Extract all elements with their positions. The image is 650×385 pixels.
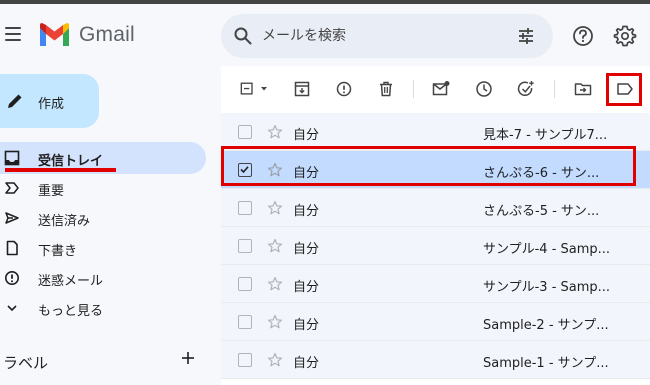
archive-icon xyxy=(294,81,310,97)
main-menu-icon[interactable] xyxy=(5,27,21,41)
star-icon[interactable] xyxy=(267,352,283,368)
toolbar-divider xyxy=(413,80,414,98)
help-icon[interactable] xyxy=(572,25,594,47)
email-sender: 自分 xyxy=(293,356,320,371)
add-to-tasks-button[interactable] xyxy=(517,80,535,98)
select-all-checkbox[interactable] xyxy=(240,80,270,98)
star-icon[interactable] xyxy=(267,124,283,140)
clock-icon xyxy=(476,81,492,97)
email-row[interactable]: 自分 サンプル-4 - Samp... xyxy=(221,227,650,265)
email-row[interactable]: 自分 サンプル-3 - Samp... xyxy=(221,265,650,303)
email-sender: 自分 xyxy=(293,128,320,143)
row-checkbox[interactable] xyxy=(238,277,252,291)
sidebar-item-label: 送信済み xyxy=(38,214,91,229)
sidebar-item-more[interactable]: もっと見る xyxy=(0,292,206,324)
app-name: Gmail xyxy=(79,23,135,46)
search-icon[interactable] xyxy=(233,26,253,46)
sidebar-item-spam[interactable]: 迷惑メール xyxy=(0,262,206,294)
sidebar-item-sent[interactable]: 送信済み xyxy=(0,202,206,234)
star-icon[interactable] xyxy=(267,200,283,216)
gmail-m-icon xyxy=(40,23,69,46)
compose-button[interactable]: 作成 xyxy=(0,74,99,128)
gmail-logo[interactable]: Gmail xyxy=(38,22,135,48)
email-subject: サンプル-4 - Samp... xyxy=(483,242,611,257)
checkbox-minus-icon xyxy=(240,82,253,95)
gear-icon[interactable] xyxy=(613,24,637,48)
email-row[interactable]: 自分 Sample-2 - サンプ... xyxy=(221,303,650,341)
labels-heading: ラベル xyxy=(3,354,49,372)
row-checkbox[interactable] xyxy=(238,315,252,329)
inbox-icon xyxy=(4,150,20,166)
sidebar-item-label: 下書き xyxy=(38,244,78,259)
pencil-icon xyxy=(8,94,22,108)
spam-icon xyxy=(5,271,19,285)
row-checkbox[interactable] xyxy=(238,239,252,253)
search-input[interactable] xyxy=(262,26,502,46)
draft-icon xyxy=(6,240,18,256)
caret-down-icon[interactable] xyxy=(260,80,268,98)
email-subject: Sample-2 - サンプ... xyxy=(483,318,609,333)
email-row[interactable]: 自分 Sample-1 - サンプ... xyxy=(221,341,650,379)
delete-button[interactable] xyxy=(377,80,395,98)
sidebar-item-important[interactable]: 重要 xyxy=(0,172,206,204)
star-icon[interactable] xyxy=(267,276,283,292)
mail-toolbar xyxy=(221,66,650,112)
search-options-icon[interactable] xyxy=(516,26,536,46)
mail-list-pane: 自分 見本-7 - サンプル7... 自分 さんぷる-6 - サン... 自分 … xyxy=(221,66,650,385)
sidebar-item-label: もっと見る xyxy=(38,304,104,319)
search-bar[interactable] xyxy=(221,14,553,58)
sidebar-item-label: 受信トレイ xyxy=(38,154,104,169)
star-icon[interactable] xyxy=(267,314,283,330)
sidebar-item-label: 重要 xyxy=(38,184,65,199)
annotation-highlight-box xyxy=(221,146,636,186)
sidebar-item-label: 迷惑メール xyxy=(38,274,104,289)
email-subject: 見本-7 - サンプル7... xyxy=(483,128,608,143)
row-checkbox[interactable] xyxy=(238,125,252,139)
move-to-folder-icon xyxy=(574,83,592,96)
email-sender: 自分 xyxy=(293,318,320,333)
snooze-button[interactable] xyxy=(475,80,493,98)
row-checkbox[interactable] xyxy=(238,201,252,215)
email-subject: Sample-1 - サンプ... xyxy=(483,356,609,371)
spam-icon xyxy=(336,81,352,97)
star-icon[interactable] xyxy=(267,238,283,254)
compose-label: 作成 xyxy=(38,97,65,112)
row-checkbox[interactable] xyxy=(238,353,252,367)
important-icon xyxy=(5,182,19,194)
move-to-button[interactable] xyxy=(574,80,592,98)
email-sender: 自分 xyxy=(293,204,320,219)
trash-icon xyxy=(380,81,392,97)
chevron-down-icon xyxy=(7,305,17,312)
add-label-icon[interactable] xyxy=(180,350,196,366)
mark-unread-button[interactable] xyxy=(432,80,450,98)
archive-button[interactable] xyxy=(293,80,311,98)
email-sender: 自分 xyxy=(293,280,320,295)
email-sender: 自分 xyxy=(293,242,320,257)
send-icon xyxy=(5,212,19,224)
email-row[interactable]: 自分 さんぷる-5 - サン... xyxy=(221,189,650,227)
report-spam-button[interactable] xyxy=(335,80,353,98)
email-subject: サンプル-3 - Samp... xyxy=(483,280,611,295)
sidebar-item-drafts[interactable]: 下書き xyxy=(0,232,206,264)
toolbar-divider xyxy=(554,80,555,98)
top-border xyxy=(0,0,650,4)
email-subject: さんぷる-5 - サン... xyxy=(483,204,600,219)
annotation-highlight-box xyxy=(606,73,642,106)
add-task-icon xyxy=(517,81,534,96)
mark-unread-icon xyxy=(432,81,450,96)
